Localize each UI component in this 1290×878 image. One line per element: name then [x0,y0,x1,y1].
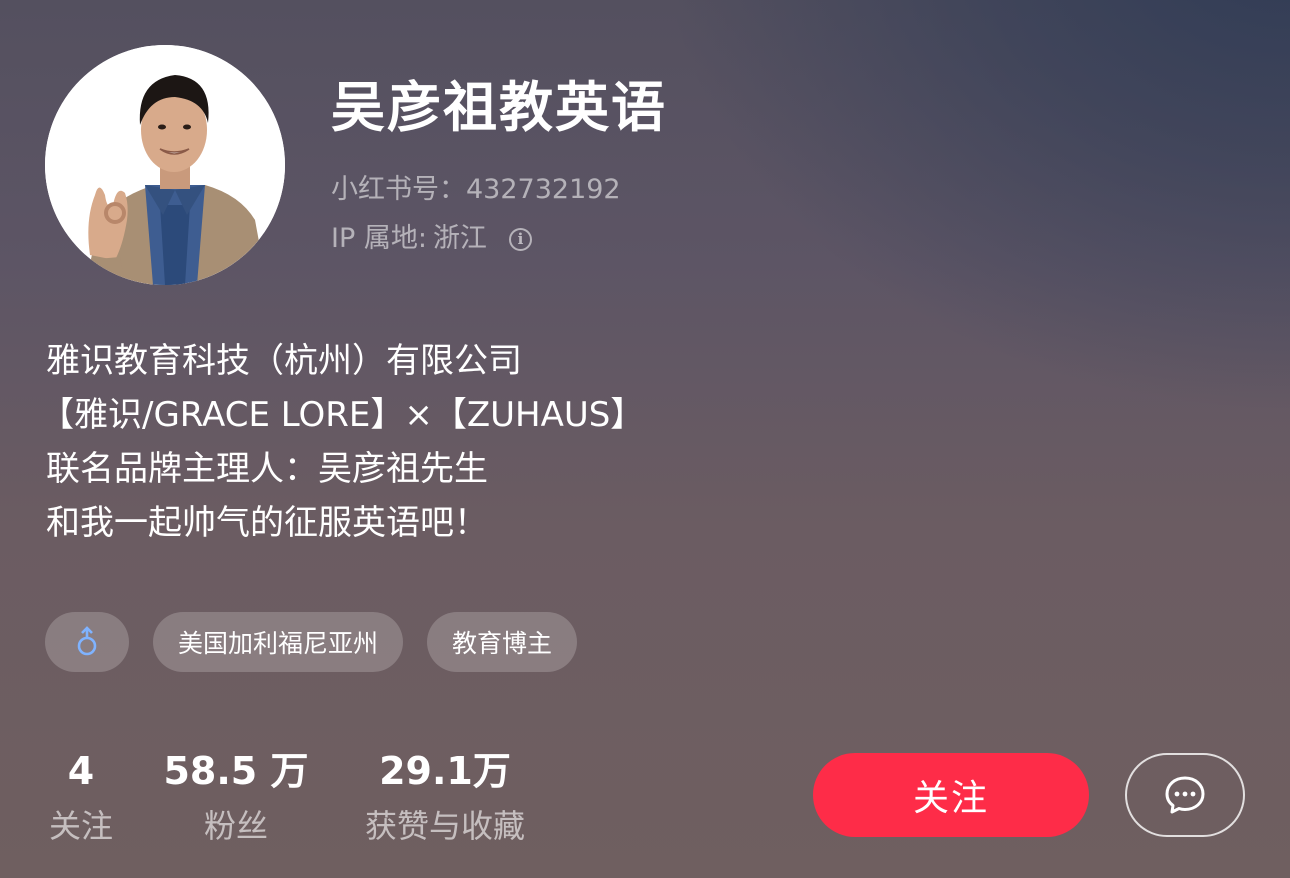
bio-line: 【雅识/GRACE LORE】×【ZUHAUS】 [40,395,645,435]
stat-likes-label: 获赞与收藏 [364,807,525,845]
profile-id: 小红书号：432732192 [331,174,621,205]
bio-line: 雅识教育科技（杭州）有限公司 [46,341,522,381]
profile-page: 吴彦祖教英语 小红书号：432732192 IP 属地: 浙江 i 雅识教育科技… [0,0,1290,878]
stat-fans[interactable]: 58.5 万 粉丝 [160,746,312,856]
bio-line: 联名品牌主理人：吴彦祖先生 [46,449,488,489]
male-icon [77,626,97,656]
avatar[interactable] [45,45,285,285]
profile-nickname: 吴彦祖教英语 [331,76,667,139]
ip-location: IP 属地: 浙江 i [331,222,532,256]
stat-likes-value: 29.1 [379,749,473,793]
stat-following-value: 4 [67,749,95,793]
stat-fans-number: 58.5 万 [160,746,312,796]
gender-tag [45,612,129,672]
bio-line: 和我一起帅气的征服英语吧！ [46,503,488,543]
message-button[interactable] [1125,753,1245,837]
profile-stats: 4 关注 58.5 万 粉丝 29.1万 获赞与收藏 [0,746,600,856]
profile-tags: 美国加利福尼亚州 教育博主 [45,612,578,672]
location-tag[interactable]: 美国加利福尼亚州 [153,612,404,672]
profile-bio: 雅识教育科技（杭州）有限公司 【雅识/GRACE LORE】×【ZUHAUS】 … [40,334,740,550]
follow-button[interactable]: 关注 [813,753,1089,837]
avatar-photo [45,45,285,285]
stat-likes-unit: 万 [472,749,511,793]
stat-following-label: 关注 [48,807,113,845]
stat-fans-label: 粉丝 [203,807,268,845]
stat-likes[interactable]: 29.1万 获赞与收藏 [352,746,538,856]
ip-value: 浙江 [432,223,487,254]
ip-label: IP 属地: [331,223,427,254]
stat-likes-number: 29.1万 [352,746,538,796]
chat-bubble-icon [1165,776,1205,814]
stat-following[interactable]: 4 关注 [45,746,117,856]
stat-fans-value: 58.5 [163,749,258,793]
info-icon[interactable]: i [508,227,532,251]
stat-fans-unit: 万 [270,749,309,793]
category-tag[interactable]: 教育博主 [427,612,578,672]
